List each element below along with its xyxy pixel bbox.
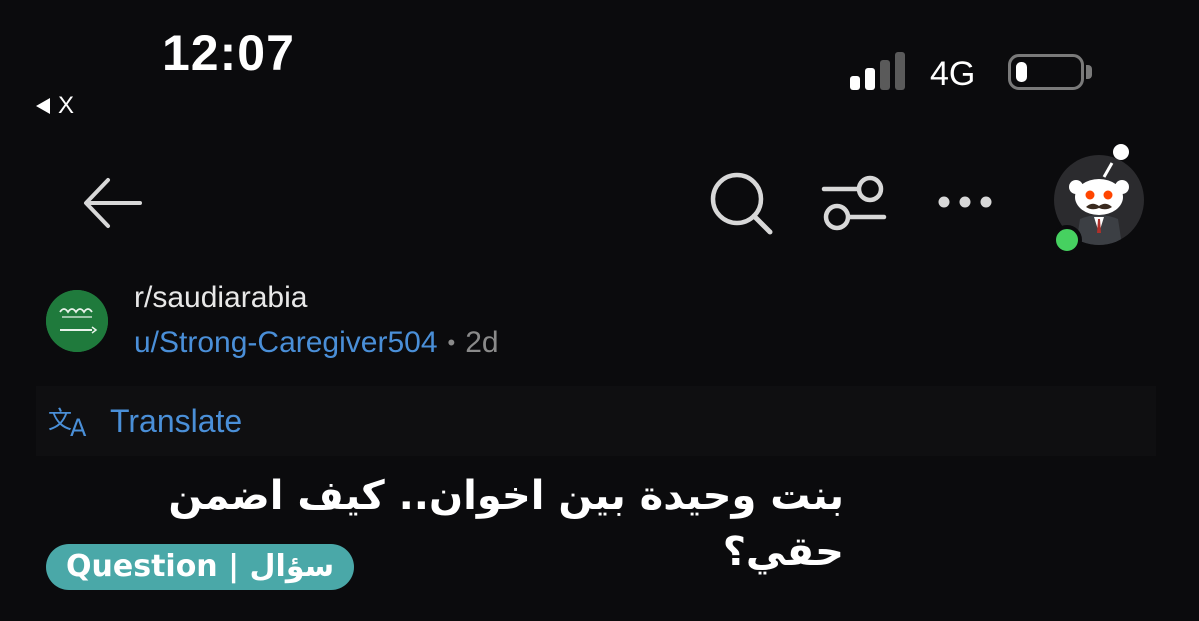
post-age: 2d bbox=[465, 326, 499, 359]
back-button[interactable] bbox=[78, 170, 144, 236]
search-button[interactable] bbox=[708, 170, 774, 236]
translate-icon: 文 A bbox=[48, 404, 94, 438]
battery-cap bbox=[1086, 65, 1092, 79]
svg-text:文: 文 bbox=[48, 406, 72, 434]
translate-button[interactable]: 文 A Translate bbox=[36, 386, 1156, 456]
more-horizontal-icon bbox=[938, 196, 992, 208]
search-icon bbox=[710, 172, 773, 235]
filter-button[interactable] bbox=[820, 174, 888, 234]
author-link[interactable]: u/Strong-Caregiver504 bbox=[134, 326, 438, 360]
back-app-label: X bbox=[58, 92, 75, 119]
meta-separator: • bbox=[447, 330, 456, 355]
svg-text:A: A bbox=[70, 414, 87, 438]
battery-icon bbox=[1008, 54, 1084, 90]
post-meta: u/Strong-Caregiver504 • 2d bbox=[134, 326, 499, 360]
more-options-button[interactable] bbox=[936, 190, 996, 214]
online-status-dot bbox=[1052, 225, 1082, 255]
post-flair[interactable]: Question | سؤال bbox=[46, 544, 355, 590]
subreddit-link[interactable]: r/saudiarabia bbox=[134, 281, 307, 315]
back-to-app-button[interactable]: X bbox=[36, 92, 74, 120]
sliders-icon bbox=[821, 175, 887, 231]
arrow-left-icon bbox=[84, 178, 142, 228]
back-triangle-icon bbox=[36, 98, 50, 114]
avatar-antenna bbox=[1113, 144, 1129, 160]
network-type: 4G bbox=[930, 55, 976, 93]
subreddit-icon[interactable] bbox=[46, 290, 108, 352]
battery-level bbox=[1016, 62, 1027, 82]
translate-label: Translate bbox=[110, 402, 243, 439]
status-time: 12:07 bbox=[162, 25, 295, 81]
signal-strength-icon bbox=[850, 52, 905, 90]
saudi-flag-icon bbox=[46, 290, 108, 352]
